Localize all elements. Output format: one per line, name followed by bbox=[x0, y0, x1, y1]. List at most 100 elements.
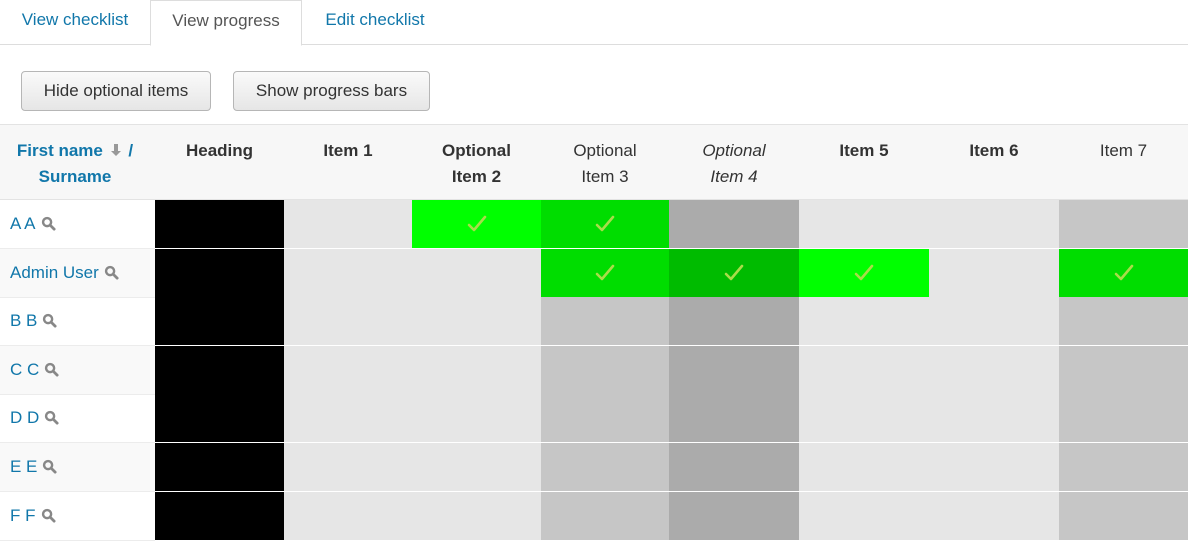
unchecked-cell bbox=[155, 248, 284, 297]
user-name-cell: A A bbox=[0, 200, 155, 249]
unchecked-cell bbox=[412, 491, 541, 540]
unchecked-cell bbox=[1059, 491, 1188, 540]
checked-cell bbox=[541, 200, 669, 248]
unchecked-cell bbox=[1059, 345, 1188, 394]
magnifier-icon[interactable] bbox=[41, 216, 56, 231]
user-name-cell: C C bbox=[0, 345, 155, 395]
user-name-text: D D bbox=[10, 408, 40, 428]
unchecked-cell bbox=[155, 200, 284, 248]
unchecked-cell bbox=[155, 394, 284, 443]
magnifier-icon[interactable] bbox=[42, 459, 57, 474]
column-header-line: Optional bbox=[442, 141, 511, 160]
checked-cell bbox=[1059, 248, 1188, 297]
user-name-text: Admin User bbox=[10, 262, 99, 282]
checkmark-icon bbox=[467, 215, 486, 232]
magnifier-icon[interactable] bbox=[44, 362, 59, 377]
checked-cell bbox=[799, 248, 929, 297]
unchecked-cell bbox=[929, 443, 1059, 491]
unchecked-cell bbox=[799, 443, 929, 491]
user-name-text: E E bbox=[10, 457, 38, 476]
unchecked-cell bbox=[284, 491, 412, 540]
magnifier-icon[interactable] bbox=[41, 508, 56, 523]
unchecked-cell bbox=[929, 297, 1059, 346]
user-name-link[interactable]: C C bbox=[10, 360, 59, 380]
unchecked-cell bbox=[541, 394, 669, 443]
unchecked-cell bbox=[929, 200, 1059, 248]
magnifier-icon[interactable] bbox=[42, 313, 57, 328]
unchecked-cell bbox=[155, 491, 284, 540]
unchecked-cell bbox=[929, 345, 1059, 394]
table-row: C C bbox=[0, 345, 1188, 395]
unchecked-cell bbox=[284, 443, 412, 491]
magnifier-icon[interactable] bbox=[104, 265, 119, 280]
user-name-link[interactable]: B B bbox=[10, 311, 57, 331]
table-header: First name / Surname Heading Item 1 Option… bbox=[0, 124, 1188, 200]
user-name-cell: D D bbox=[0, 394, 155, 444]
column-header-line: Optional bbox=[702, 141, 766, 160]
unchecked-cell bbox=[541, 297, 669, 346]
user-name-link[interactable]: Admin User bbox=[10, 263, 119, 283]
unchecked-cell bbox=[284, 248, 412, 297]
table-row: F F bbox=[0, 491, 1188, 541]
unchecked-cell bbox=[284, 200, 412, 248]
user-name-text: B B bbox=[10, 311, 38, 331]
unchecked-cell bbox=[284, 394, 412, 443]
column-header-line: Item 7 bbox=[1099, 141, 1148, 160]
tab-view-progress[interactable]: View progress bbox=[150, 0, 302, 46]
show-progress-bars-button[interactable]: Show progress bars bbox=[233, 71, 430, 111]
unchecked-cell bbox=[669, 297, 799, 346]
user-name-text: F F bbox=[10, 505, 36, 525]
column-header-8: Item 7 bbox=[1059, 138, 1188, 164]
name-separator: / bbox=[128, 141, 134, 160]
unchecked-cell bbox=[155, 345, 284, 394]
surname-sort-link[interactable]: Surname bbox=[39, 167, 112, 186]
unchecked-cell bbox=[799, 491, 929, 540]
unchecked-cell bbox=[929, 394, 1059, 443]
first-name-sort-link[interactable]: First name bbox=[17, 141, 103, 160]
unchecked-cell bbox=[669, 200, 799, 248]
user-name-text: A A bbox=[10, 214, 36, 233]
unchecked-cell bbox=[1059, 394, 1188, 443]
column-header-line: Item 2 bbox=[451, 167, 502, 186]
arrow-down-icon bbox=[110, 144, 121, 156]
unchecked-cell bbox=[1059, 443, 1188, 491]
unchecked-cell bbox=[1059, 200, 1188, 248]
unchecked-cell bbox=[541, 491, 669, 540]
column-header-line: Optional bbox=[573, 141, 637, 160]
unchecked-cell bbox=[412, 394, 541, 443]
unchecked-cell bbox=[155, 297, 284, 346]
column-header-line: Item 6 bbox=[969, 141, 1019, 160]
checked-cell bbox=[541, 248, 669, 297]
table-row: D D bbox=[0, 394, 1188, 444]
user-name-link[interactable]: E E bbox=[10, 457, 57, 477]
user-name-cell: E E bbox=[0, 443, 155, 492]
unchecked-cell bbox=[799, 297, 929, 346]
user-name-link[interactable]: F F bbox=[10, 506, 56, 526]
magnifier-icon[interactable] bbox=[44, 410, 59, 425]
unchecked-cell bbox=[155, 443, 284, 491]
unchecked-cell bbox=[284, 297, 412, 346]
checkmark-icon bbox=[724, 264, 744, 280]
column-header-line: Heading bbox=[185, 141, 254, 160]
tab-view-checklist[interactable]: View checklist bbox=[0, 0, 150, 45]
column-header-3: Optional Item 2 bbox=[412, 138, 541, 190]
column-header-7: Item 6 bbox=[929, 138, 1059, 164]
tab-bar: View checklist View progress Edit checkl… bbox=[0, 0, 1188, 46]
table-row: B B bbox=[0, 297, 1188, 347]
unchecked-cell bbox=[284, 345, 412, 394]
table-row: A A bbox=[0, 200, 1188, 249]
user-name-link[interactable]: D D bbox=[10, 408, 59, 428]
hide-optional-items-button[interactable]: Hide optional items bbox=[21, 71, 211, 111]
user-name-cell: B B bbox=[0, 297, 155, 347]
tab-edit-checklist[interactable]: Edit checklist bbox=[302, 0, 448, 45]
unchecked-cell bbox=[669, 491, 799, 540]
unchecked-cell bbox=[412, 443, 541, 491]
unchecked-cell bbox=[541, 443, 669, 491]
user-name-link[interactable]: A A bbox=[10, 214, 56, 234]
checkmark-icon bbox=[854, 264, 874, 280]
unchecked-cell bbox=[929, 491, 1059, 540]
checked-cell bbox=[412, 200, 541, 248]
column-header-5: Optional Item 4 bbox=[669, 138, 799, 190]
checked-cell bbox=[669, 248, 799, 297]
column-header-line: Item 3 bbox=[581, 167, 629, 186]
